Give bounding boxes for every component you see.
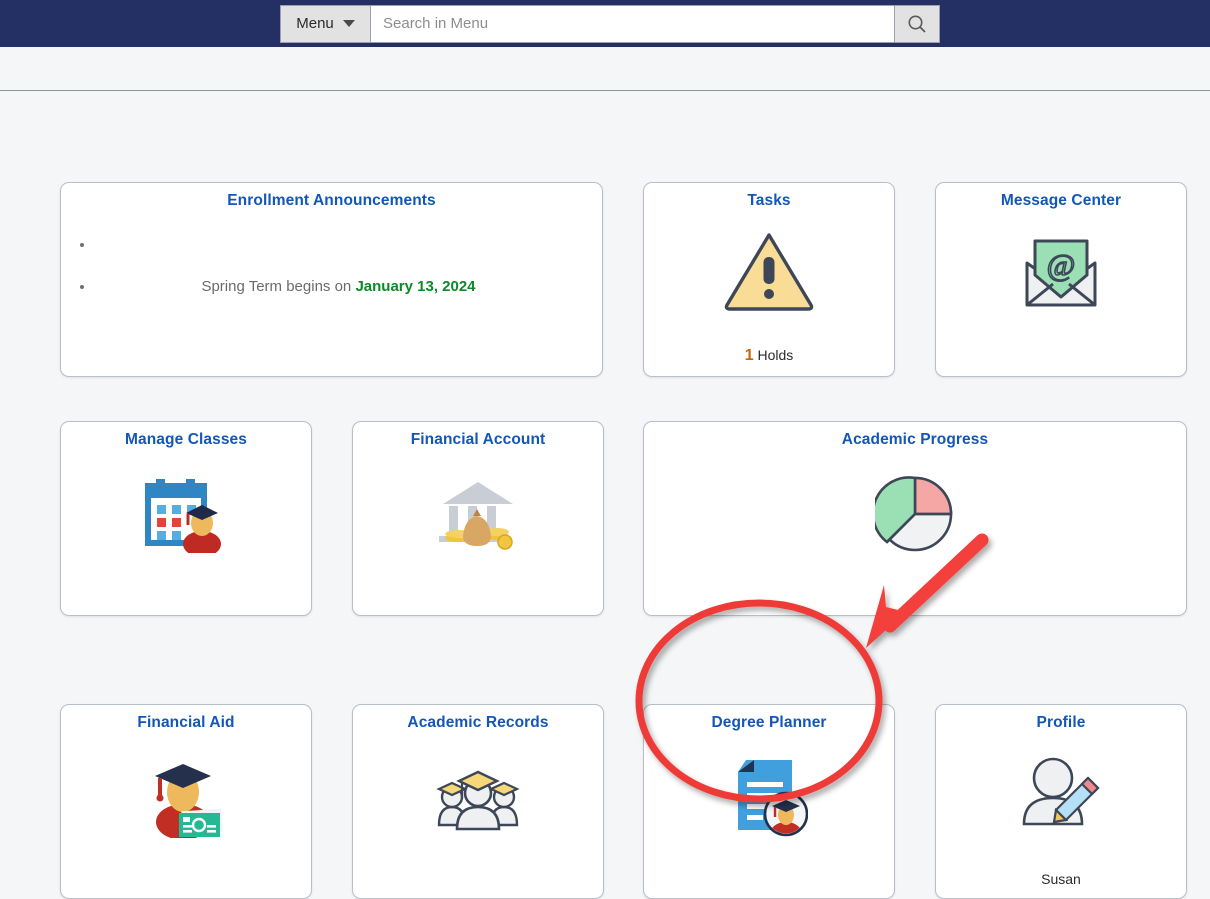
search-button[interactable] [894, 5, 939, 42]
tile-title: Manage Classes [124, 431, 248, 448]
search-input[interactable] [371, 5, 894, 42]
tile-title: Academic Records [407, 714, 549, 731]
menu-button-label: Menu [296, 15, 334, 32]
tile-icon-area [353, 732, 603, 862]
tile-academic-records[interactable]: Academic Records [352, 704, 604, 899]
tile-title: Academic Progress [841, 431, 989, 448]
tile-icon-area [936, 732, 1186, 852]
envelope-at-icon: @ [1025, 239, 1097, 307]
tile-icon-area [61, 449, 311, 579]
tile-icon-area [353, 449, 603, 579]
chevron-down-icon [342, 20, 355, 27]
document-graduate-icon [738, 760, 808, 837]
list-item: Spring Term begins on January 13, 2024 [95, 278, 602, 295]
tile-profile[interactable]: Profile Susan [935, 704, 1187, 899]
warning-triangle-icon [724, 233, 814, 311]
list-item [95, 236, 602, 254]
tile-enrollment-announcements[interactable]: Enrollment Announcements Spring Term beg… [60, 182, 603, 377]
announcement-list: Spring Term begins on January 13, 2024 [61, 210, 602, 295]
tile-icon-area [61, 732, 311, 862]
tile-title: Tasks [747, 192, 791, 209]
profile-user-name: Susan [1041, 871, 1081, 887]
svg-text:@: @ [1047, 247, 1076, 282]
tile-title: Profile [1036, 714, 1086, 731]
menu-button[interactable]: Menu [281, 5, 371, 42]
pie-chart-icon [875, 476, 953, 552]
app-header: Menu [0, 0, 1210, 47]
person-pencil-icon [1022, 757, 1100, 826]
tile-title: Financial Account [410, 431, 546, 448]
tile-manage-classes[interactable]: Manage Classes [60, 421, 312, 616]
tile-academic-progress[interactable]: Academic Progress [643, 421, 1187, 616]
holds-label: Holds [757, 347, 794, 363]
calendar-student-icon [145, 479, 221, 553]
bank-money-icon [439, 482, 513, 550]
tile-title: Message Center [1000, 192, 1122, 209]
tile-degree-planner[interactable]: Degree Planner [643, 704, 895, 899]
tile-title: Enrollment Announcements [227, 192, 436, 209]
holds-count: 1 [744, 347, 754, 364]
tasks-count-footer: 1 Holds [644, 347, 894, 365]
global-search-bar: Menu [280, 4, 940, 43]
graduates-group-icon [436, 770, 520, 831]
tile-message-center[interactable]: Message Center @ [935, 182, 1187, 377]
tile-financial-aid[interactable]: Financial Aid [60, 704, 312, 899]
tile-title: Financial Aid [137, 714, 235, 731]
tile-icon-area: @ [936, 210, 1186, 340]
search-icon [908, 15, 926, 33]
graduate-money-icon [155, 764, 223, 838]
sub-header-bar [0, 47, 1210, 91]
tile-icon-area [644, 732, 894, 862]
announcement-date: January 13, 2024 [355, 278, 476, 295]
tile-tasks[interactable]: Tasks 1 Holds [643, 182, 895, 377]
announcement-text: Spring Term begins on January 13, 2024 [75, 278, 602, 295]
tile-icon-area [644, 210, 894, 330]
tile-financial-account[interactable]: Financial Account [352, 421, 604, 616]
announcement-text-plain: Spring Term begins on [201, 278, 356, 295]
tile-icon-area [644, 449, 1186, 579]
tile-title: Degree Planner [711, 714, 827, 731]
